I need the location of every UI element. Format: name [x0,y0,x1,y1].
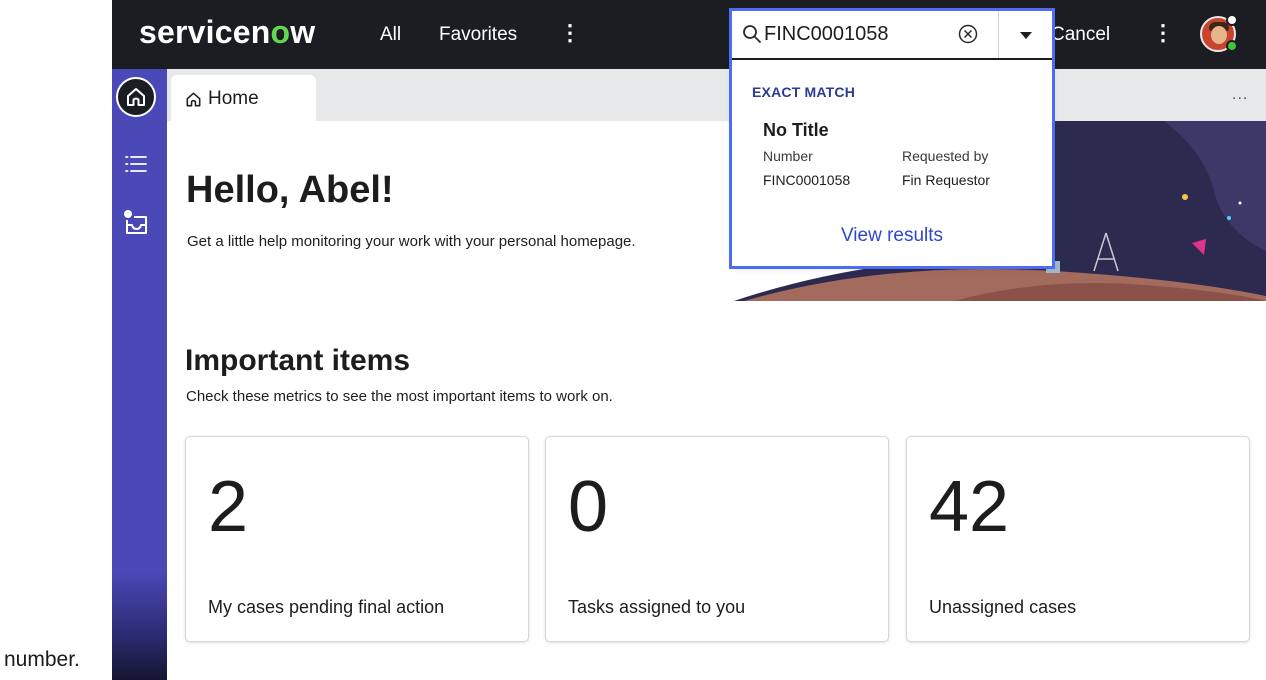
metric-value: 42 [929,467,1010,547]
avatar-face [1211,26,1227,44]
search-cancel-button[interactable]: Cancel [1051,24,1110,46]
section-title: Important items [185,344,411,377]
tab-strip: Home [167,69,1266,121]
caption-text: number. [4,648,80,671]
servicenow-app: servicenow All Favorites ⋮ Cancel ⋮ Home… [112,0,1266,680]
presence-status-dot [1226,40,1238,52]
left-rail [112,69,167,680]
list-rail-button[interactable] [124,153,148,180]
avatar-notification-badge [1226,14,1238,26]
metric-label: Unassigned cases [929,597,1077,617]
nav-more-menu[interactable]: ⋮ [559,20,581,46]
home-icon [127,88,145,106]
metric-value: 0 [568,467,609,547]
metric-label: Tasks assigned to you [568,597,746,617]
home-rail-button[interactable] [116,77,156,117]
top-nav-bar: servicenow All Favorites ⋮ Cancel ⋮ [112,0,1266,69]
tab-home-label: Home [208,88,259,109]
metric-card-pending[interactable]: 2 My cases pending final action [185,436,529,642]
highlight-frame [729,8,1055,269]
metric-value: 2 [208,467,249,547]
nav-favorites-menu[interactable]: Favorites [439,24,517,46]
top-more-menu[interactable]: ⋮ [1152,20,1174,46]
inbox-icon [124,210,147,234]
tab-home[interactable]: Home [171,75,316,121]
metric-label: My cases pending final action [208,597,445,617]
servicenow-logo[interactable]: servicenow [139,14,315,51]
logo-text-start: servicen [139,14,271,50]
page-title: Hello, Abel! [186,169,394,211]
metric-card-tasks[interactable]: 0 Tasks assigned to you [545,436,889,642]
page-subtitle: Get a little help monitoring your work w… [187,233,636,250]
logo-text-o: o [270,14,291,50]
list-icon [125,156,147,172]
nav-all-menu[interactable]: All [380,24,401,46]
metric-card-unassigned[interactable]: 42 Unassigned cases [906,436,1250,642]
home-icon [186,92,201,107]
tabstrip-more-button[interactable]: ... [1232,86,1248,104]
inbox-rail-button[interactable] [122,209,150,242]
section-subtitle: Check these metrics to see the most impo… [186,388,613,405]
logo-text-end: w [290,14,316,50]
